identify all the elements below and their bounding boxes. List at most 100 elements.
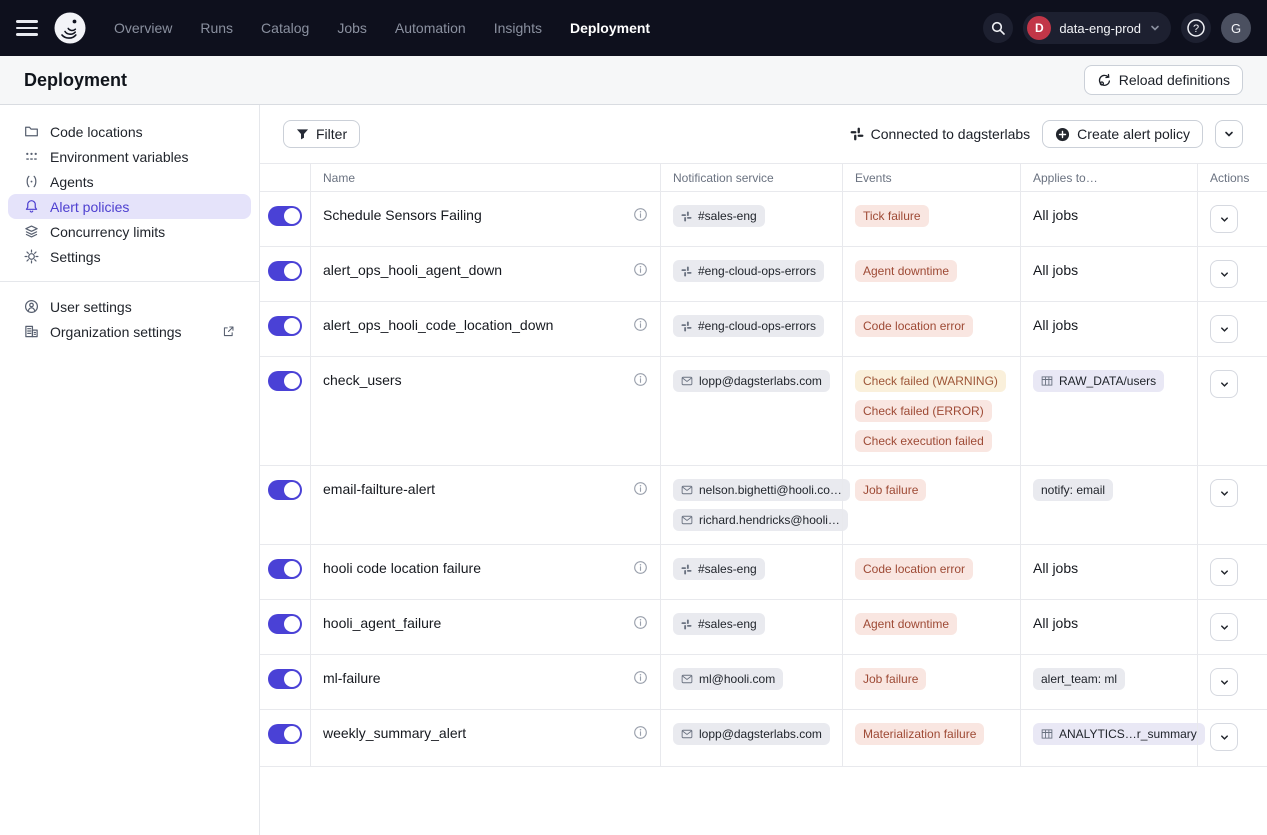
asset-badge: ANALYTICS…r_summary	[1033, 723, 1205, 745]
sidebar-item-organization-settings[interactable]: Organization settings	[8, 319, 251, 344]
notification-badge: lopp@dagsterlabs.com	[673, 723, 830, 745]
alert-enabled-toggle[interactable]	[268, 371, 302, 391]
reload-definitions-button[interactable]: Reload definitions	[1084, 65, 1243, 95]
alert-policies-main: Filter Connected to dagsterlabs Create a…	[260, 105, 1267, 835]
table-row: ml-failure ml@hooli.com Job failure aler…	[260, 655, 1267, 710]
event-badge: Check failed (ERROR)	[855, 400, 992, 422]
nav-link-jobs[interactable]: Jobs	[337, 20, 367, 36]
chevron-down-icon	[1219, 732, 1230, 743]
col-toggle	[260, 164, 310, 191]
workspace-name: data-eng-prod	[1059, 21, 1141, 36]
info-icon[interactable]	[633, 262, 648, 277]
row-actions-button[interactable]	[1210, 205, 1238, 233]
info-icon[interactable]	[633, 372, 648, 387]
alert-name: ml-failure	[323, 668, 381, 686]
email-icon	[681, 375, 693, 387]
nav-link-overview[interactable]: Overview	[114, 20, 172, 36]
nav-link-insights[interactable]: Insights	[494, 20, 542, 36]
reload-icon	[1097, 73, 1112, 88]
info-icon[interactable]	[633, 615, 648, 630]
plus-circle-icon	[1055, 127, 1070, 142]
bell-icon	[24, 199, 40, 215]
sidebar-item-label: Organization settings	[50, 324, 212, 340]
help-icon[interactable]: ?	[1181, 13, 1211, 43]
hamburger-menu-icon[interactable]	[16, 20, 38, 35]
sidebar-item-settings[interactable]: Settings	[8, 244, 251, 269]
sidebar-item-environment-variables[interactable]: Environment variables	[8, 144, 251, 169]
alert-enabled-toggle[interactable]	[268, 614, 302, 634]
svg-text:?: ?	[1193, 23, 1199, 35]
sidebar-item-concurrency-limits[interactable]: Concurrency limits	[8, 219, 251, 244]
chevron-down-icon	[1219, 324, 1230, 335]
search-icon[interactable]	[983, 13, 1013, 43]
row-actions-button[interactable]	[1210, 315, 1238, 343]
applies-to-value: All jobs	[1033, 558, 1078, 576]
info-icon[interactable]	[633, 317, 648, 332]
email-icon	[681, 728, 693, 740]
external-link-icon	[222, 325, 235, 338]
alert-enabled-toggle[interactable]	[268, 206, 302, 226]
row-actions-button[interactable]	[1210, 668, 1238, 696]
row-actions-button[interactable]	[1210, 260, 1238, 288]
alert-enabled-toggle[interactable]	[268, 559, 302, 579]
table-row: check_users lopp@dagsterlabs.com Check f…	[260, 357, 1267, 466]
notification-badge: #sales-eng	[673, 613, 765, 635]
user-circle-icon	[24, 299, 40, 315]
nav-link-runs[interactable]: Runs	[200, 20, 233, 36]
notification-badge: #sales-eng	[673, 558, 765, 580]
create-alert-policy-button[interactable]: Create alert policy	[1042, 120, 1203, 148]
env-vars-icon	[24, 149, 40, 165]
notification-badge: #eng-cloud-ops-errors	[673, 260, 824, 282]
table-row: weekly_summary_alert lopp@dagsterlabs.co…	[260, 710, 1267, 767]
slack-icon	[850, 127, 864, 141]
slack-icon	[681, 619, 692, 630]
row-actions-button[interactable]	[1210, 370, 1238, 398]
info-icon[interactable]	[633, 725, 648, 740]
table-row: Schedule Sensors Failing #sales-eng Tick…	[260, 192, 1267, 247]
tag-badge: notify: email	[1033, 479, 1113, 501]
agents-icon	[24, 174, 40, 190]
row-actions-button[interactable]	[1210, 558, 1238, 586]
nav-link-catalog[interactable]: Catalog	[261, 20, 309, 36]
alert-enabled-toggle[interactable]	[268, 316, 302, 336]
chevron-down-icon	[1219, 379, 1230, 390]
notification-badge: #eng-cloud-ops-errors	[673, 315, 824, 337]
page-title: Deployment	[24, 70, 127, 91]
primary-nav: Overview Runs Catalog Jobs Automation In…	[114, 20, 650, 36]
workspace-switcher[interactable]: D data-eng-prod	[1023, 12, 1171, 44]
row-actions-button[interactable]	[1210, 613, 1238, 641]
alert-enabled-toggle[interactable]	[268, 480, 302, 500]
alert-enabled-toggle[interactable]	[268, 261, 302, 281]
row-actions-button[interactable]	[1210, 479, 1238, 507]
user-avatar[interactable]: G	[1221, 13, 1251, 43]
sidebar-item-code-locations[interactable]: Code locations	[8, 119, 251, 144]
table-grid-icon	[1041, 375, 1053, 387]
sidebar-item-agents[interactable]: Agents	[8, 169, 251, 194]
sidebar-item-label: Alert policies	[50, 199, 129, 215]
chevron-down-icon	[1219, 677, 1230, 688]
applies-to-value: All jobs	[1033, 205, 1078, 223]
alert-enabled-toggle[interactable]	[268, 669, 302, 689]
sidebar-item-user-settings[interactable]: User settings	[8, 294, 251, 319]
info-icon[interactable]	[633, 207, 648, 222]
more-options-button[interactable]	[1215, 120, 1243, 148]
notification-badge: ml@hooli.com	[673, 668, 783, 690]
info-icon[interactable]	[633, 481, 648, 496]
info-icon[interactable]	[633, 560, 648, 575]
chevron-down-icon	[1149, 22, 1161, 34]
nav-link-automation[interactable]: Automation	[395, 20, 466, 36]
toolbar: Filter Connected to dagsterlabs Create a…	[260, 105, 1267, 163]
col-actions: Actions	[1197, 164, 1267, 191]
sidebar-item-alert-policies[interactable]: Alert policies	[8, 194, 251, 219]
sidebar-item-label: Environment variables	[50, 149, 189, 165]
asset-badge: RAW_DATA/users	[1033, 370, 1164, 392]
notification-badge: #sales-eng	[673, 205, 765, 227]
chevron-down-icon	[1219, 622, 1230, 633]
nav-link-deployment[interactable]: Deployment	[570, 20, 650, 36]
info-icon[interactable]	[633, 670, 648, 685]
filter-button[interactable]: Filter	[283, 120, 360, 148]
settings-sidebar: Code locations Environment variables Age…	[0, 105, 260, 835]
alert-enabled-toggle[interactable]	[268, 724, 302, 744]
organization-icon	[24, 324, 40, 340]
row-actions-button[interactable]	[1210, 723, 1238, 751]
